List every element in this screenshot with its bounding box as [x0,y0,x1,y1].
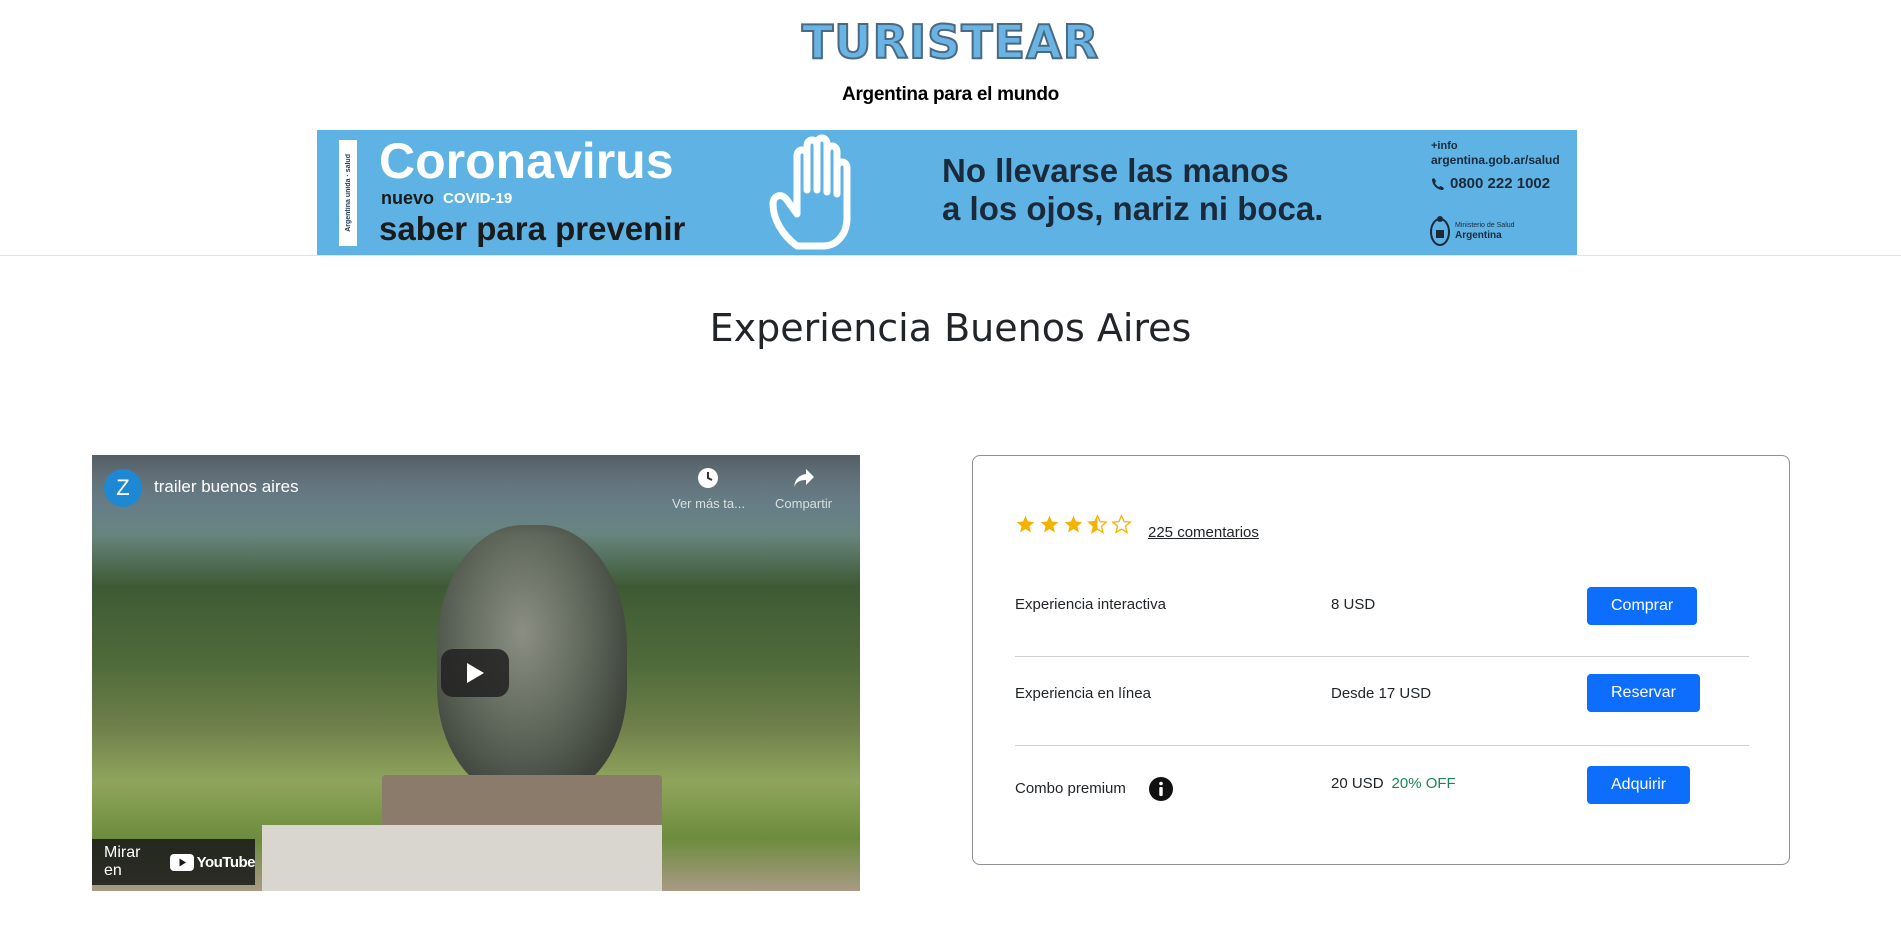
offer-name: Combo premium [1015,780,1126,797]
video-thumbnail-base [262,825,662,891]
argentina-seal-icon [1430,216,1450,246]
offer-price: Desde 17 USD [1331,685,1432,702]
share-label: Compartir [775,496,833,511]
banner-info-label: +info [1431,140,1458,152]
comments-link[interactable]: 225 comentarios [1148,524,1259,541]
offer-name: Experiencia interactiva [1015,596,1166,613]
offer-price-group: 20 USD 20% OFF [1331,775,1456,792]
discount-badge: 20% OFF [1391,775,1456,792]
site-tagline: Argentina para el mundo [842,84,1059,105]
reservar-button[interactable]: Reservar [1587,674,1700,712]
clock-icon [698,468,719,488]
banner-message: No llevarse las manos a los ojos, nariz … [942,152,1324,227]
offer-price: 8 USD [1331,596,1376,613]
watch-later-button[interactable]: Ver más ta... [672,467,745,511]
site-logo[interactable]: TURISTEAR [0,14,1901,70]
header-divider [0,255,1901,256]
video-title[interactable]: trailer buenos aires [154,477,299,497]
banner-covid: COVID-19 [443,190,513,207]
play-icon [467,663,484,683]
comprar-button[interactable]: Comprar [1587,587,1698,625]
youtube-logo: YouTube [169,853,256,871]
banner-slogan: saber para prevenir [379,210,686,247]
star-empty-icon [1111,514,1132,534]
star-half-icon [1087,514,1108,534]
watch-later-label: Ver más ta... [672,496,745,511]
hand-icon [769,134,851,250]
watch-on-youtube-button[interactable]: Mirar en YouTube [92,839,256,885]
covid-banner[interactable]: Argentina unida · salud Coronavirus nuev… [317,130,1577,255]
info-icon[interactable] [1149,777,1173,801]
phone-icon [1432,177,1444,190]
offer-card: 225 comentarios Experiencia interactiva … [972,455,1790,865]
banner-phone: 0800 222 1002 [1431,175,1550,192]
star-full-icon [1064,515,1083,533]
youtube-icon [169,853,194,871]
ministry-strip: Argentina unida · salud [339,140,357,246]
ministry-strip-label: Argentina unida · salud [344,154,352,232]
share-icon [793,469,814,487]
ministry-country: Argentina [1455,230,1502,241]
banner-phone-number: 0800 222 1002 [1450,175,1551,192]
play-button[interactable] [441,649,509,697]
row-divider [1015,656,1749,657]
row-divider [1015,745,1749,746]
adquirir-button[interactable]: Adquirir [1587,766,1691,804]
offer-name: Experiencia en línea [1015,685,1151,702]
rating-stars [1015,514,1132,535]
offer-price: 20 USD [1331,775,1384,792]
star-full-icon [1040,515,1059,533]
channel-avatar[interactable]: Z [104,469,142,507]
youtube-label: YouTube [196,853,256,871]
watch-on-label: Mirar en [104,844,141,879]
banner-title: Coronavirus [379,133,674,189]
banner-nuevo: nuevo [381,188,435,208]
ministry-seal: Ministerio de Salud Argentina [1429,214,1515,248]
banner-info-url[interactable]: argentina.gob.ar/salud [1431,153,1560,167]
page-title: Experiencia Buenos Aires [709,306,1192,350]
video-player[interactable]: Z trailer buenos aires Ver más ta... Com… [92,455,860,891]
share-button[interactable]: Compartir [775,467,832,511]
star-full-icon [1016,515,1035,533]
banner-info: +info argentina.gob.ar/salud [1431,140,1560,167]
